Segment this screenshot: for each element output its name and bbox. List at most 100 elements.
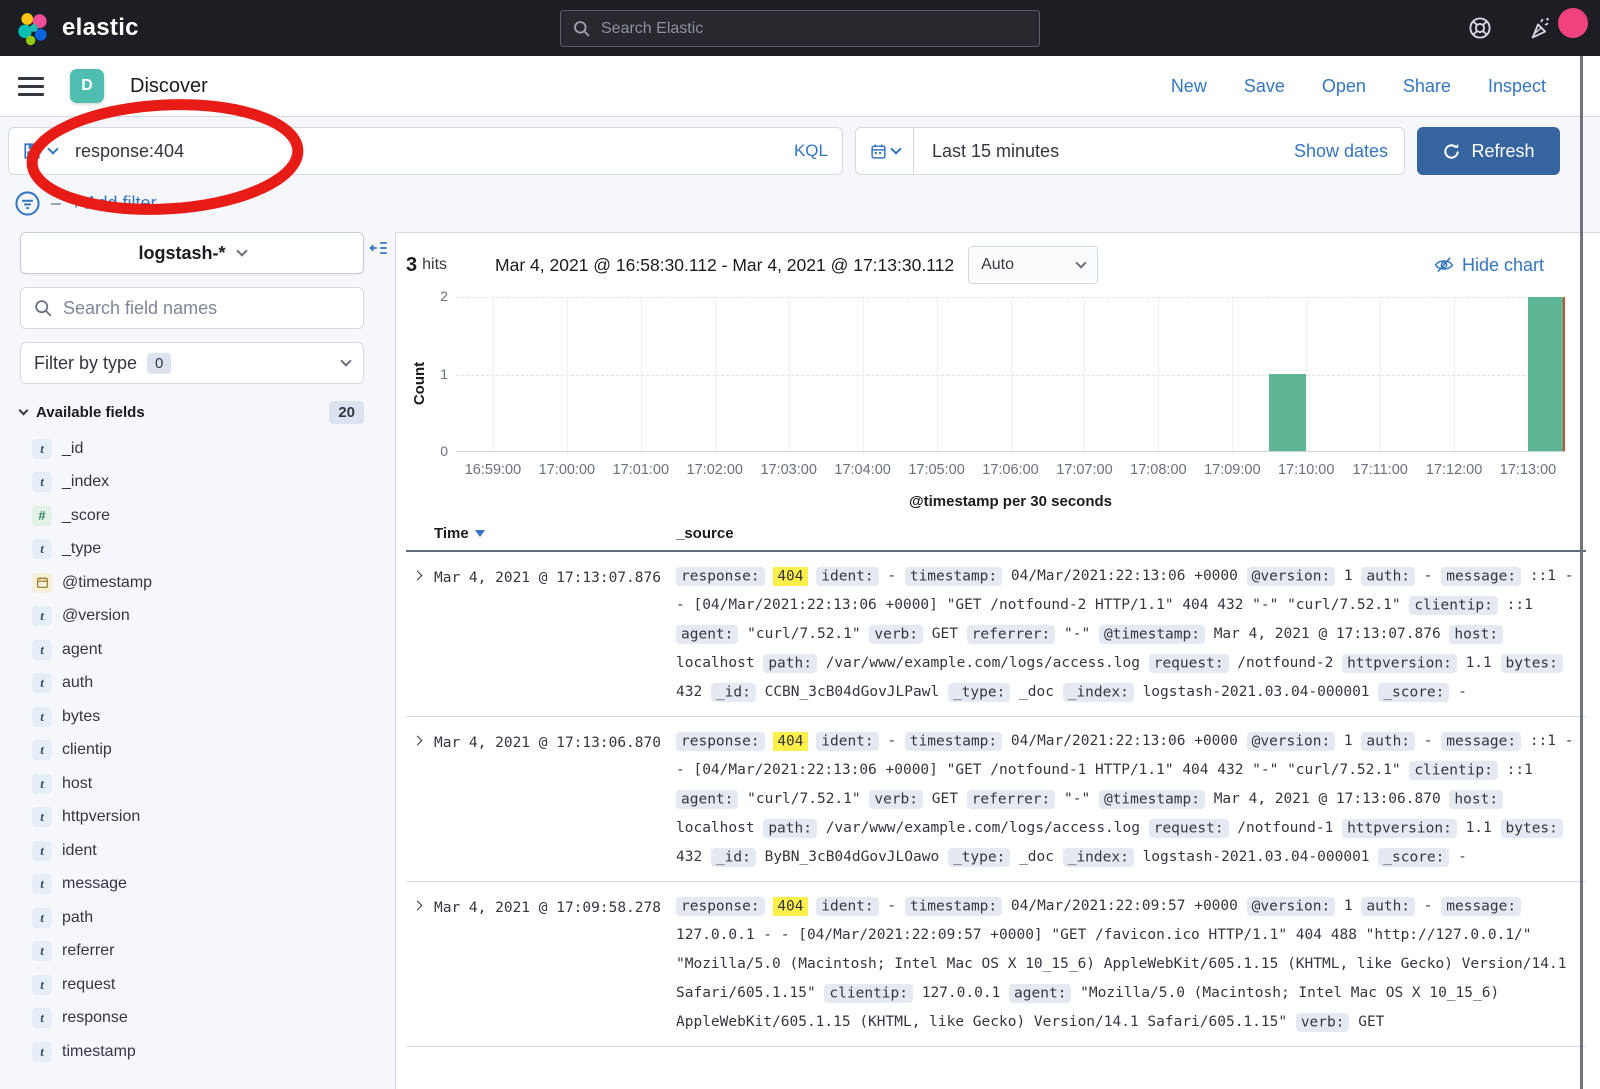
field-key-pill: bytes: xyxy=(1501,819,1563,838)
field-item-host[interactable]: thost xyxy=(32,767,395,801)
collapse-sidebar-button[interactable] xyxy=(369,238,389,263)
field-item-referrer[interactable]: treferrer xyxy=(32,935,395,969)
hide-chart-button[interactable]: Hide chart xyxy=(1434,255,1544,276)
show-dates-button[interactable]: Show dates xyxy=(1294,141,1388,162)
highlighted-value: 404 xyxy=(773,567,807,586)
header-action-open-button[interactable]: Open xyxy=(1322,76,1366,97)
field-item-request[interactable]: trequest xyxy=(32,968,395,1002)
field-name: httpversion xyxy=(62,808,140,826)
field-key-pill: host: xyxy=(1449,625,1503,644)
field-item-response[interactable]: tresponse xyxy=(32,1002,395,1036)
chevron-down-icon xyxy=(19,406,29,416)
doc-row: Mar 4, 2021 @ 17:13:07.876response: 404 … xyxy=(406,552,1586,717)
field-item-_score[interactable]: #_score xyxy=(32,499,395,533)
gridline-vertical xyxy=(1084,297,1085,451)
field-value: - xyxy=(1458,684,1467,700)
menu-icon[interactable] xyxy=(18,77,44,96)
text-field-icon: t xyxy=(32,1008,52,1028)
field-value: _doc xyxy=(1019,849,1054,865)
help-icon[interactable] xyxy=(1468,16,1492,40)
interval-value: Auto xyxy=(981,256,1014,274)
histogram-bar[interactable] xyxy=(1269,374,1306,451)
expand-doc-icon[interactable] xyxy=(413,571,423,581)
histogram-bar[interactable] xyxy=(1528,297,1565,451)
field-item-auth[interactable]: tauth xyxy=(32,667,395,701)
field-name: agent xyxy=(62,641,102,659)
gridline-vertical xyxy=(493,297,494,451)
discover-app-icon: D xyxy=(70,69,104,103)
saved-query-icon[interactable] xyxy=(23,142,41,160)
query-text[interactable]: response:404 xyxy=(75,141,184,162)
chevron-down-icon xyxy=(340,355,351,366)
global-header: elastic Search Elastic xyxy=(0,0,1600,56)
field-item-httpversion[interactable]: thttpversion xyxy=(32,801,395,835)
text-field-icon: t xyxy=(32,472,52,492)
field-value: 04/Mar/2021:22:13:06 +0000 xyxy=(1011,568,1238,584)
x-tick-label: 17:12:00 xyxy=(1426,462,1482,478)
field-key-pill: response: xyxy=(676,732,765,751)
field-search-input[interactable]: Search field names xyxy=(20,287,364,329)
chevron-down-icon[interactable] xyxy=(47,143,58,154)
documents-table: Time _source Mar 4, 2021 @ 17:13:07.876r… xyxy=(406,525,1586,1047)
field-item-_id[interactable]: t_id xyxy=(32,432,395,466)
kql-button[interactable]: KQL xyxy=(794,141,828,161)
query-input[interactable]: response:404 KQL xyxy=(8,127,843,175)
x-axis-label: @timestamp per 30 seconds xyxy=(456,493,1565,510)
field-item-message[interactable]: tmessage xyxy=(32,868,395,902)
field-value: GET xyxy=(1358,1014,1384,1030)
calendar-dropdown[interactable] xyxy=(856,128,914,174)
filter-by-type-dropdown[interactable]: Filter by type 0 xyxy=(20,342,364,384)
header-action-share-button[interactable]: Share xyxy=(1403,76,1451,97)
field-value: logstash-2021.03.04-000001 xyxy=(1143,684,1370,700)
field-item-path[interactable]: tpath xyxy=(32,901,395,935)
field-value: /notfound-1 xyxy=(1237,820,1333,836)
field-value: 04/Mar/2021:22:09:57 +0000 xyxy=(1011,898,1238,914)
header-action-save-button[interactable]: Save xyxy=(1244,76,1285,97)
main-panel: 3 hits Mar 4, 2021 @ 16:58:30.112 - Mar … xyxy=(395,232,1600,1089)
refresh-button[interactable]: Refresh xyxy=(1417,127,1560,175)
field-item-agent[interactable]: tagent xyxy=(32,633,395,667)
expand-doc-icon[interactable] xyxy=(413,736,423,746)
field-key-pill: clientip: xyxy=(1409,596,1498,615)
header-action-inspect-button[interactable]: Inspect xyxy=(1488,76,1546,97)
field-item-@timestamp[interactable]: @timestamp xyxy=(32,566,395,600)
field-key-pill: referrer: xyxy=(967,625,1056,644)
field-item-clientip[interactable]: tclientip xyxy=(32,734,395,768)
text-field-icon: t xyxy=(32,673,52,693)
refresh-icon xyxy=(1442,142,1461,161)
filter-icon[interactable] xyxy=(14,190,41,217)
announcements-icon[interactable] xyxy=(1528,15,1554,41)
add-filter-button[interactable]: + Add filter xyxy=(71,193,157,214)
number-field-icon: # xyxy=(32,506,52,526)
field-item-timestamp[interactable]: ttimestamp xyxy=(32,1035,395,1069)
gridline-vertical xyxy=(1306,297,1307,451)
time-column-header[interactable]: Time xyxy=(434,525,676,542)
field-key-pill: path: xyxy=(763,819,817,838)
query-bar: response:404 KQL Last 15 minutes Show da… xyxy=(0,117,1600,175)
field-item-@version[interactable]: t@version xyxy=(32,600,395,634)
field-key-pill: @version: xyxy=(1247,897,1336,916)
field-item-bytes[interactable]: tbytes xyxy=(32,700,395,734)
index-pattern-selector[interactable]: logstash-* xyxy=(20,232,364,274)
field-item-_index[interactable]: t_index xyxy=(32,466,395,500)
field-value: ::1 xyxy=(1507,762,1533,778)
field-key-pill: _id: xyxy=(711,848,756,867)
time-range-value[interactable]: Last 15 minutes xyxy=(932,141,1059,162)
sort-desc-icon[interactable] xyxy=(475,530,485,537)
field-key-pill: bytes: xyxy=(1501,654,1563,673)
field-item-ident[interactable]: tident xyxy=(32,834,395,868)
field-value: 1.1 xyxy=(1466,655,1492,671)
field-value: /var/www/example.com/logs/access.log xyxy=(826,655,1140,671)
field-item-_type[interactable]: t_type xyxy=(32,533,395,567)
global-search-placeholder: Search Elastic xyxy=(601,20,703,38)
field-name: _id xyxy=(62,440,83,458)
header-action-new-button[interactable]: New xyxy=(1171,76,1207,97)
global-search-input[interactable]: Search Elastic xyxy=(560,10,1040,47)
expand-doc-icon[interactable] xyxy=(413,901,423,911)
available-fields-header[interactable]: Available fields 20 xyxy=(20,401,364,424)
interval-select[interactable]: Auto xyxy=(968,246,1098,284)
chevron-down-icon xyxy=(890,143,901,154)
chart-plot-area[interactable]: 01216:59:0017:00:0017:01:0017:02:0017:03… xyxy=(456,297,1565,452)
gridline-vertical xyxy=(1380,297,1381,451)
elastic-logo[interactable]: elastic xyxy=(16,10,139,46)
